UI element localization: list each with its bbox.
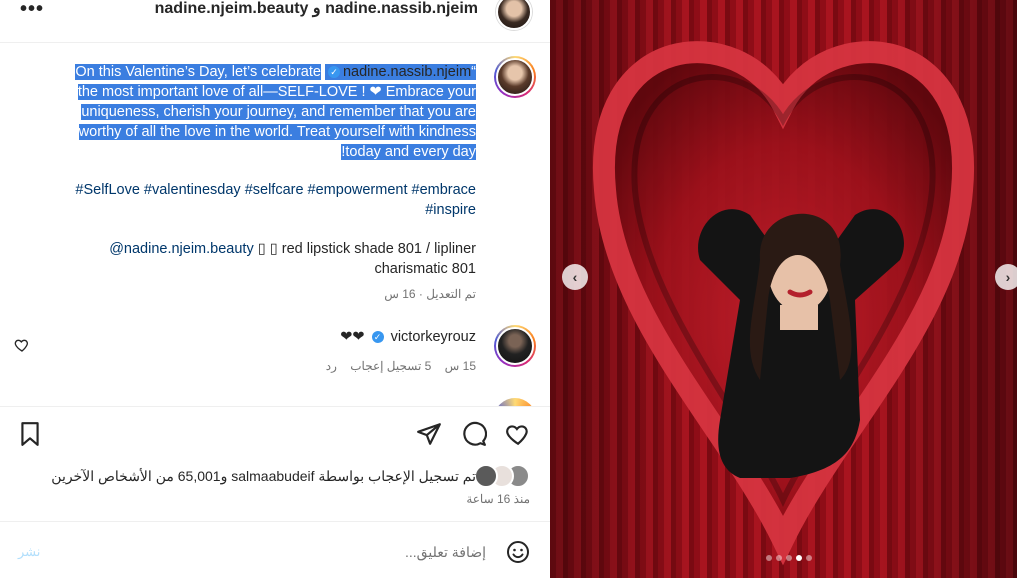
comment-time: 15 س xyxy=(444,359,476,373)
add-comment-bar: نشر xyxy=(0,521,550,579)
comment-meta: 15 س 5 تسجيل إعجاب رد xyxy=(316,359,476,373)
carousel-indicator xyxy=(766,555,812,561)
carousel-dot-active xyxy=(796,555,802,561)
edited-timestamp: تم التعديل · 16 س xyxy=(384,287,476,301)
action-bar: تم تسجيل الإعجاب بواسطة salmaabudeif و65… xyxy=(0,406,550,522)
emoji-icon[interactable] xyxy=(506,540,530,564)
caption-mention-line: @nadine.njeim.beauty ▯ ▯ red lipstick sh… xyxy=(52,239,476,279)
post-time-ago: منذ 16 ساعة xyxy=(466,492,530,506)
comment-text: ❤❤ xyxy=(340,329,365,345)
caption-author-avatar[interactable] xyxy=(494,56,536,98)
caption-text: “On this Valentine’s Day, let’s celebrat… xyxy=(52,62,476,162)
verified-badge-icon: ✓ xyxy=(371,331,384,344)
save-bookmark-icon[interactable] xyxy=(17,421,43,447)
post-photo[interactable]: ‹ › xyxy=(550,0,1017,578)
likes-text[interactable]: تم تسجيل الإعجاب بواسطة salmaabudeif و65… xyxy=(51,468,476,485)
comment: victorkeyrouz ✓ ❤❤ xyxy=(340,329,476,345)
author-avatar[interactable] xyxy=(496,0,532,30)
mention-rest: ▯ ▯ red lipstick shade 801 / lipliner ch… xyxy=(257,241,476,277)
comment-likes[interactable]: 5 تسجيل إعجاب xyxy=(350,359,431,373)
carousel-next-button[interactable]: › xyxy=(995,264,1017,290)
post-comment-button[interactable]: نشر xyxy=(18,544,40,560)
post-details-panel: ••• nadine.nassib.njeim و nadine.njeim.b… xyxy=(0,0,550,579)
caption-hashtags[interactable]: #SelfLove #valentinesday #selfcare #empo… xyxy=(52,180,476,220)
likes-summary: تم تسجيل الإعجاب بواسطة salmaabudeif و65… xyxy=(51,464,530,488)
like-heart-icon[interactable] xyxy=(505,421,531,447)
commenter-username[interactable]: victorkeyrouz xyxy=(391,329,476,345)
caption-part2: the most important love of all—SELF-LOVE… xyxy=(77,84,476,160)
heart-frame-graphic xyxy=(592,41,975,566)
liker-avatars[interactable] xyxy=(474,464,530,488)
comment-icon[interactable] xyxy=(461,421,487,447)
more-options-button[interactable]: ••• xyxy=(20,0,44,21)
mention-link[interactable]: @nadine.njeim.beauty xyxy=(109,241,254,257)
comment-like-heart-icon[interactable] xyxy=(14,337,30,353)
carousel-dot xyxy=(776,555,782,561)
caption-author-link[interactable]: nadine.nassib.njeim xyxy=(343,64,471,80)
commenter-avatar[interactable] xyxy=(494,325,536,367)
post-header: ••• nadine.nassib.njeim و nadine.njeim.b… xyxy=(0,0,550,43)
carousel-dot xyxy=(766,555,772,561)
verified-badge-icon: ✓ xyxy=(327,66,340,79)
carousel-prev-button[interactable]: ‹ xyxy=(562,264,588,290)
share-icon[interactable] xyxy=(416,421,442,447)
comment-reply-button[interactable]: رد xyxy=(326,359,337,373)
carousel-dot xyxy=(806,555,812,561)
post-authors[interactable]: nadine.nassib.njeim و nadine.njeim.beaut… xyxy=(155,0,478,18)
carousel-dot xyxy=(786,555,792,561)
comment-input[interactable] xyxy=(84,538,488,566)
